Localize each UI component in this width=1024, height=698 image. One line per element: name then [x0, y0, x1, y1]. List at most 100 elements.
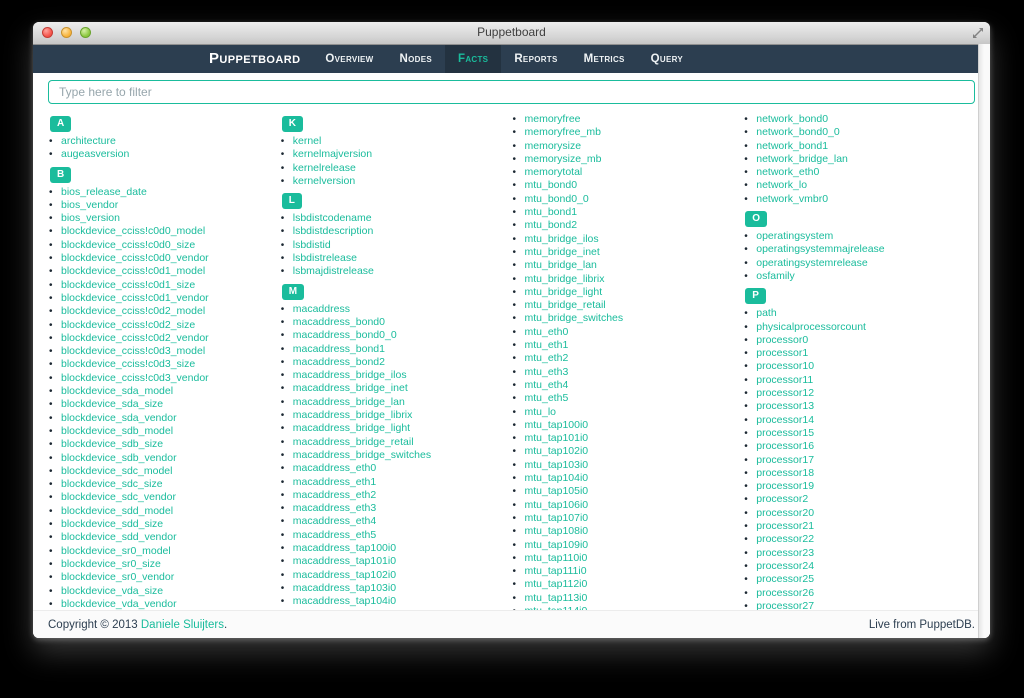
fact-link[interactable]: blockdevice_cciss!c0d2_size: [61, 319, 195, 331]
fact-link[interactable]: processor12: [756, 387, 814, 399]
fact-link[interactable]: blockdevice_sda_model: [61, 385, 173, 397]
nav-item-metrics[interactable]: Metrics: [571, 45, 638, 73]
fact-link[interactable]: mtu_bridge_lan: [525, 259, 597, 271]
fact-link[interactable]: mtu_bond2: [525, 219, 578, 231]
fact-link[interactable]: blockdevice_sdb_model: [61, 425, 173, 437]
fact-link[interactable]: processor25: [756, 573, 814, 585]
fact-link[interactable]: kernelversion: [293, 175, 355, 187]
fact-link[interactable]: network_lo: [756, 179, 807, 191]
fact-link[interactable]: macaddress_bond2: [293, 356, 385, 368]
fact-link[interactable]: mtu_bridge_light: [525, 286, 603, 298]
fullscreen-icon[interactable]: [972, 27, 984, 39]
fact-link[interactable]: processor17: [756, 454, 814, 466]
nav-item-facts[interactable]: Facts: [445, 45, 501, 73]
fact-link[interactable]: memoryfree_mb: [525, 126, 601, 138]
fact-link[interactable]: macaddress_bridge_light: [293, 422, 410, 434]
fact-link[interactable]: blockdevice_sdd_vendor: [61, 531, 177, 543]
fact-link[interactable]: macaddress_tap104i0: [293, 595, 396, 607]
fact-link[interactable]: memorysize: [525, 140, 582, 152]
fact-link[interactable]: blockdevice_sda_vendor: [61, 412, 177, 424]
fact-link[interactable]: macaddress_tap105i0: [293, 609, 396, 611]
navbar-brand[interactable]: Puppetboard: [209, 45, 300, 73]
fact-link[interactable]: kernelmajversion: [293, 148, 372, 160]
fact-link[interactable]: network_bridge_lan: [756, 153, 848, 165]
filter-input[interactable]: [48, 80, 975, 104]
fact-link[interactable]: macaddress_bridge_inet: [293, 382, 408, 394]
fact-link[interactable]: blockdevice_cciss!c0d3_vendor: [61, 372, 209, 384]
fact-link[interactable]: blockdevice_cciss!c0d1_size: [61, 279, 195, 291]
fact-link[interactable]: processor18: [756, 467, 814, 479]
fact-link[interactable]: mtu_tap105i0: [525, 485, 589, 497]
fact-link[interactable]: kernelrelease: [293, 162, 356, 174]
fact-link[interactable]: processor24: [756, 560, 814, 572]
fact-link[interactable]: blockdevice_sdb_vendor: [61, 452, 177, 464]
fact-link[interactable]: blockdevice_sdc_size: [61, 478, 163, 490]
fact-link[interactable]: macaddress_bridge_switches: [293, 449, 431, 461]
fact-link[interactable]: operatingsystemrelease: [756, 257, 867, 269]
fact-link[interactable]: processor0: [756, 334, 808, 346]
fact-link[interactable]: macaddress_eth3: [293, 502, 376, 514]
fact-link[interactable]: blockdevice_cciss!c0d1_vendor: [61, 292, 209, 304]
fact-link[interactable]: mtu_bridge_retail: [525, 299, 606, 311]
fact-link[interactable]: bios_vendor: [61, 199, 118, 211]
fact-link[interactable]: mtu_eth0: [525, 326, 569, 338]
window-scrollbar[interactable]: [978, 44, 990, 638]
fact-link[interactable]: processor27: [756, 600, 814, 610]
fact-link[interactable]: macaddress_eth0: [293, 462, 376, 474]
fact-link[interactable]: blockdevice_sdd_model: [61, 505, 173, 517]
fact-link[interactable]: mtu_tap100i0: [525, 419, 589, 431]
fact-link[interactable]: augeasversion: [61, 148, 129, 160]
fact-link[interactable]: blockdevice_cciss!c0d3_model: [61, 345, 205, 357]
fact-link[interactable]: macaddress_eth1: [293, 476, 376, 488]
fact-link[interactable]: network_eth0: [756, 166, 819, 178]
fact-link[interactable]: macaddress_eth4: [293, 515, 376, 527]
fact-link[interactable]: memoryfree: [525, 113, 581, 125]
fact-link[interactable]: osfamily: [756, 270, 795, 282]
fact-link[interactable]: mtu_eth2: [525, 352, 569, 364]
fact-link[interactable]: blockdevice_sr0_size: [61, 558, 161, 570]
fact-link[interactable]: blockdevice_cciss!c0d0_model: [61, 225, 205, 237]
fact-link[interactable]: blockdevice_sdb_size: [61, 438, 163, 450]
fact-link[interactable]: blockdevice_sdc_vendor: [61, 491, 176, 503]
fact-link[interactable]: macaddress: [293, 303, 350, 315]
fact-link[interactable]: processor14: [756, 414, 814, 426]
nav-item-overview[interactable]: Overview: [312, 45, 386, 73]
fact-link[interactable]: mtu_bond0_0: [525, 193, 589, 205]
fact-link[interactable]: macaddress_bridge_ilos: [293, 369, 407, 381]
fact-link[interactable]: physicalprocessorcount: [756, 321, 866, 333]
fact-link[interactable]: blockdevice_sr0_vendor: [61, 571, 174, 583]
fact-link[interactable]: mtu_lo: [525, 406, 557, 418]
fact-link[interactable]: mtu_tap112i0: [525, 578, 588, 590]
fact-link[interactable]: processor22: [756, 533, 814, 545]
fact-link[interactable]: macaddress_bridge_librix: [293, 409, 413, 421]
fact-link[interactable]: processor23: [756, 547, 814, 559]
zoom-button[interactable]: [80, 27, 91, 38]
fact-link[interactable]: mtu_eth1: [525, 339, 569, 351]
fact-link[interactable]: mtu_tap104i0: [525, 472, 589, 484]
fact-link[interactable]: memorysize_mb: [525, 153, 602, 165]
minimize-button[interactable]: [61, 27, 72, 38]
fact-link[interactable]: mtu_tap102i0: [525, 445, 589, 457]
fact-link[interactable]: processor16: [756, 440, 814, 452]
fact-link[interactable]: macaddress_bond0: [293, 316, 385, 328]
fact-link[interactable]: bios_version: [61, 212, 120, 224]
fact-link[interactable]: processor13: [756, 400, 814, 412]
fact-link[interactable]: processor11: [756, 374, 813, 386]
fact-link[interactable]: processor1: [756, 347, 808, 359]
fact-link[interactable]: macaddress_eth5: [293, 529, 376, 541]
fact-link[interactable]: network_bond0_0: [756, 126, 839, 138]
fact-link[interactable]: blockdevice_vda_size: [61, 585, 163, 597]
fact-link[interactable]: processor15: [756, 427, 814, 439]
fact-link[interactable]: macaddress_tap100i0: [293, 542, 396, 554]
close-button[interactable]: [42, 27, 53, 38]
fact-link[interactable]: lsbmajdistrelease: [293, 265, 374, 277]
fact-link[interactable]: blockdevice_cciss!c0d1_model: [61, 265, 205, 277]
fact-link[interactable]: mtu_bridge_ilos: [525, 233, 599, 245]
fact-link[interactable]: processor10: [756, 360, 814, 372]
fact-link[interactable]: macaddress_bond1: [293, 343, 385, 355]
fact-link[interactable]: memorytotal: [525, 166, 583, 178]
fact-link[interactable]: mtu_tap103i0: [525, 459, 589, 471]
fact-link[interactable]: processor2: [756, 493, 808, 505]
fact-link[interactable]: mtu_tap107i0: [525, 512, 589, 524]
nav-item-query[interactable]: Query: [638, 45, 696, 73]
